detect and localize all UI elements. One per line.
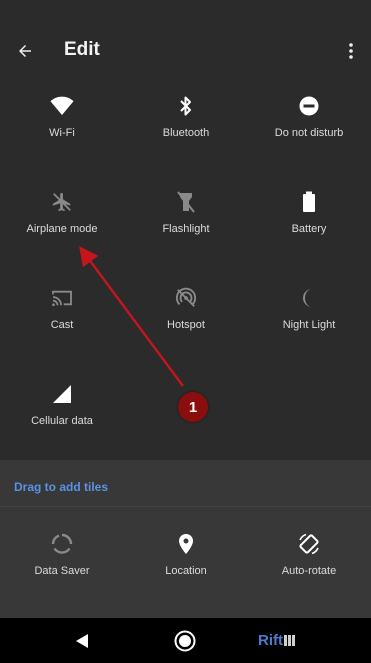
- hotspot-icon: [172, 284, 200, 312]
- tile-airplane-mode[interactable]: Airplane mode: [0, 180, 124, 270]
- overflow-menu-button[interactable]: [341, 38, 361, 64]
- tile-bluetooth[interactable]: Bluetooth: [124, 84, 248, 174]
- tile-label: Data Saver: [34, 565, 90, 577]
- arrow-left-icon: [19, 45, 31, 57]
- battery-icon: [295, 188, 323, 216]
- tile-data-saver[interactable]: Data Saver: [0, 522, 124, 612]
- tile-cast[interactable]: Cast: [0, 276, 124, 366]
- tile-label: Wi-Fi: [49, 127, 75, 139]
- back-button[interactable]: [12, 38, 38, 64]
- location-icon: [172, 530, 200, 558]
- cast-icon: [48, 284, 76, 312]
- divider: [0, 506, 371, 507]
- tile-label: Flashlight: [162, 223, 210, 235]
- tile-flashlight[interactable]: Flashlight: [124, 180, 248, 270]
- nav-back-icon: [76, 634, 88, 648]
- tile-battery[interactable]: Battery: [247, 180, 371, 270]
- section-heading: Drag to add tiles: [14, 480, 109, 494]
- add-tiles-section: Drag to add tiles Data Saver Location Au…: [0, 460, 371, 618]
- cellular-icon: [48, 380, 76, 408]
- tile-auto-rotate[interactable]: Auto-rotate: [247, 522, 371, 612]
- wifi-icon: [48, 92, 76, 120]
- nav-home-button[interactable]: [170, 626, 200, 656]
- tile-label: Bluetooth: [162, 127, 210, 139]
- nav-home-icon: [174, 630, 196, 652]
- do-not-disturb-icon: [295, 92, 323, 120]
- tile-label: Location: [165, 565, 207, 577]
- tile-do-not-disturb[interactable]: Do not disturb: [247, 84, 371, 174]
- tile-label: Battery: [291, 223, 327, 235]
- watermark: Rift: [258, 632, 283, 649]
- tile-label: Cast: [50, 319, 74, 331]
- tile-label: Do not disturb: [274, 127, 344, 139]
- more-vert-icon: [349, 43, 353, 59]
- tile-label: Night Light: [282, 319, 336, 331]
- tile-location[interactable]: Location: [124, 522, 248, 612]
- data-saver-icon: [48, 530, 76, 558]
- watermark-logo-icon: [284, 635, 295, 646]
- bluetooth-icon: [172, 92, 200, 120]
- tile-wifi[interactable]: Wi-Fi: [0, 84, 124, 174]
- page-title: Edit: [64, 39, 100, 60]
- night-light-icon: [295, 284, 323, 312]
- auto-rotate-icon: [295, 530, 323, 558]
- tile-night-light[interactable]: Night Light: [247, 276, 371, 366]
- tile-label: Airplane mode: [26, 223, 98, 235]
- tile-label: Cellular data: [31, 415, 93, 427]
- tile-label: Auto-rotate: [281, 565, 337, 577]
- tile-cellular-data[interactable]: Cellular data: [0, 372, 124, 462]
- annotation-marker: 1: [178, 392, 208, 422]
- airplane-icon: [48, 188, 76, 216]
- tile-label: Hotspot: [167, 319, 205, 331]
- flashlight-icon: [172, 188, 200, 216]
- nav-back-button[interactable]: [67, 626, 97, 656]
- tile-hotspot[interactable]: Hotspot: [124, 276, 248, 366]
- navigation-bar: [0, 618, 371, 663]
